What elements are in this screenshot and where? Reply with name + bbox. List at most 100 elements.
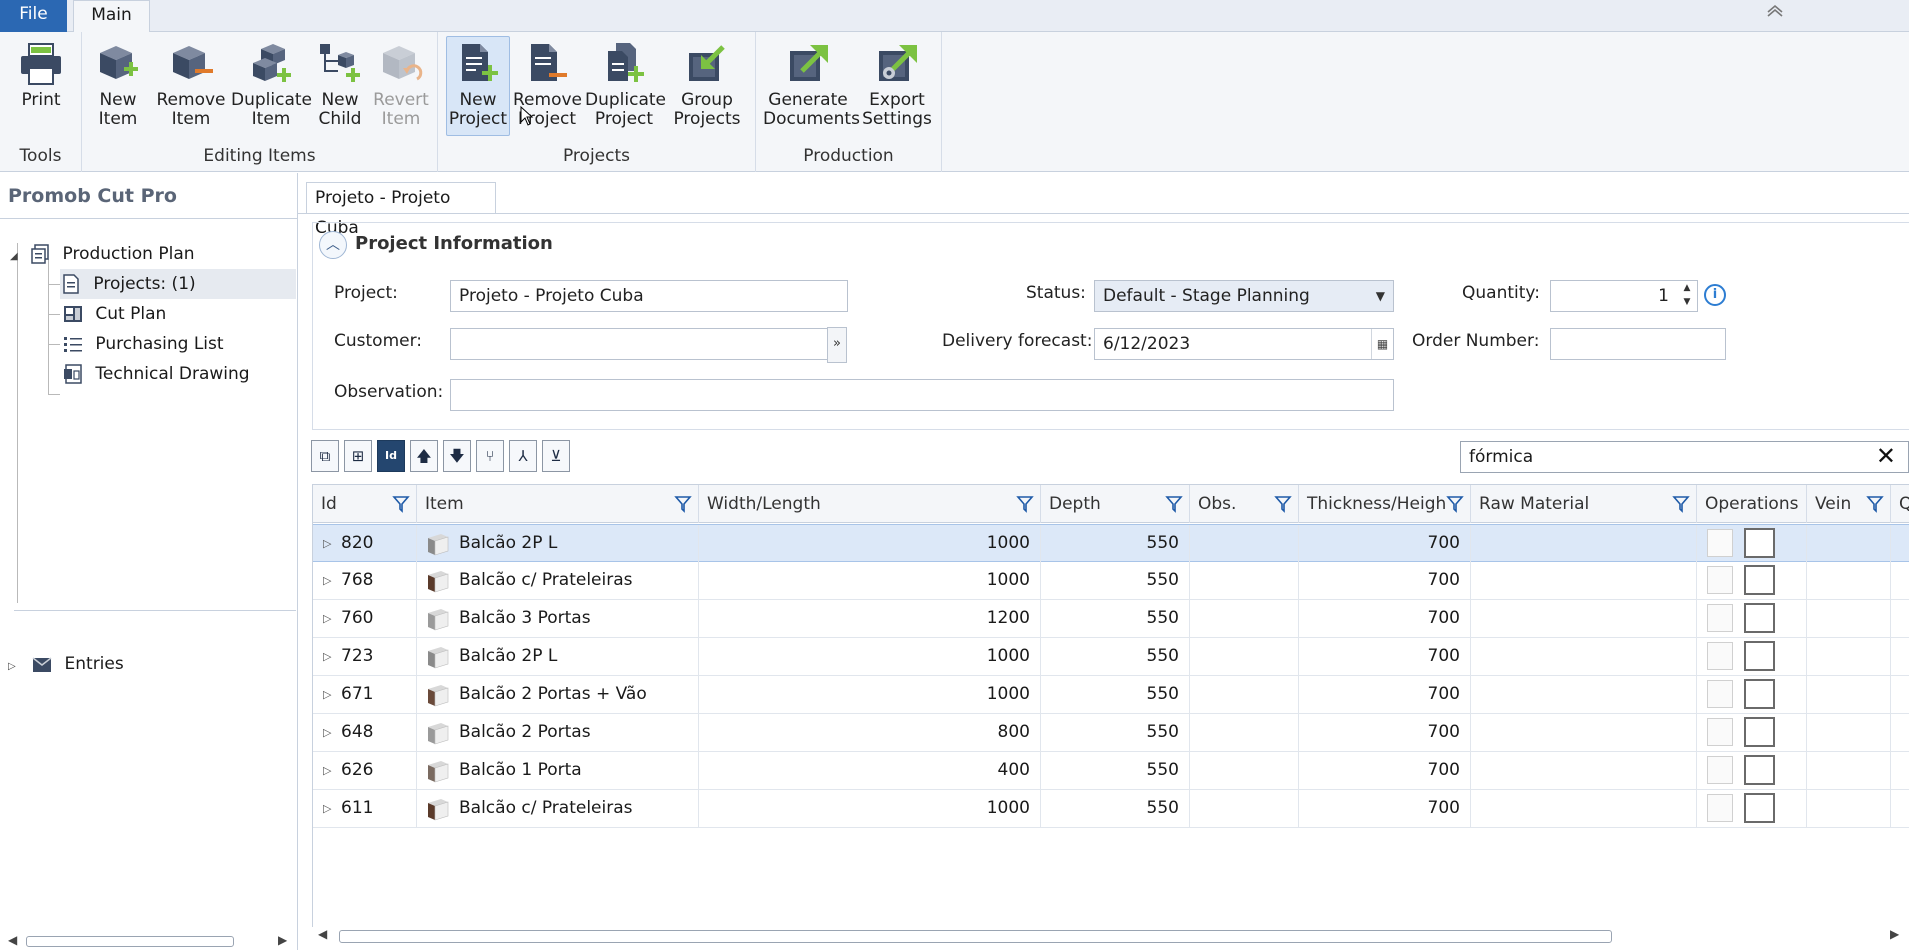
table-row[interactable]: ▷ 768 Balcão c/ Prateleiras 1000 550 700	[313, 562, 1909, 600]
merge-icon[interactable]: ⑂	[476, 440, 504, 472]
panel-horizontal-scrollbar[interactable]: ◀ ▶	[8, 933, 288, 949]
operation-frame-icon[interactable]	[1744, 717, 1775, 747]
column-header-id[interactable]: Id	[313, 485, 417, 523]
operation-preview-icon[interactable]	[1707, 680, 1733, 708]
tree-item-entries[interactable]: ▷ Entries	[8, 649, 124, 679]
filter-icon[interactable]	[674, 495, 692, 513]
group-projects-button[interactable]: Group Projects	[664, 36, 750, 136]
main-ribbon-tab[interactable]: Main	[73, 0, 150, 33]
operation-frame-icon[interactable]	[1744, 565, 1775, 595]
operation-frame-icon[interactable]	[1744, 679, 1775, 709]
operation-frame-icon[interactable]	[1744, 793, 1775, 823]
table-row[interactable]: ▷ 648 Balcão 2 Portas 800 550 700	[313, 714, 1909, 752]
column-header-vein[interactable]: Vein	[1807, 485, 1891, 523]
operation-preview-icon[interactable]	[1707, 718, 1733, 746]
column-header-thickness-height[interactable]: Thickness/Height	[1299, 485, 1471, 523]
expand-row-icon[interactable]: ▷	[323, 752, 331, 789]
spinner-arrows-icon[interactable]: ▲ ▼	[1677, 281, 1697, 311]
column-header-operations[interactable]: Operations	[1697, 485, 1807, 523]
scrollbar-thumb[interactable]	[26, 936, 234, 947]
move-down-icon[interactable]: 🡇	[443, 440, 471, 472]
scroll-left-icon[interactable]: ◀	[318, 927, 327, 941]
column-header-depth[interactable]: Depth	[1041, 485, 1190, 523]
column-header-width-length[interactable]: Width/Length	[699, 485, 1041, 523]
expand-row-icon[interactable]: ▷	[323, 790, 331, 827]
operation-frame-icon[interactable]	[1744, 755, 1775, 785]
close-icon[interactable]: ✕	[1876, 442, 1896, 470]
operation-preview-icon[interactable]	[1707, 794, 1733, 822]
expand-row-icon[interactable]: ▷	[323, 600, 331, 637]
column-header-raw-material[interactable]: Raw Material	[1471, 485, 1697, 523]
operation-frame-icon[interactable]	[1744, 528, 1775, 558]
split-icon[interactable]: ⅄	[509, 440, 537, 472]
clear-filters-icon[interactable]: ⊻	[542, 440, 570, 472]
operation-preview-icon[interactable]	[1707, 529, 1733, 557]
observation-input[interactable]	[450, 379, 1394, 411]
remove-item-button[interactable]: Remove Item	[152, 36, 230, 136]
grid-horizontal-scrollbar[interactable]: ◀ ▶	[312, 927, 1909, 945]
collapse-triangle-icon[interactable]: ◢	[10, 251, 18, 262]
revert-item-button[interactable]: Revert Item	[368, 36, 434, 136]
filter-icon[interactable]	[1274, 495, 1292, 513]
table-row[interactable]: ▷ 671 Balcão 2 Portas + Vão 1000 550 700	[313, 676, 1909, 714]
scroll-left-icon[interactable]: ◀	[8, 933, 17, 947]
project-name-input[interactable]: Projeto - Projeto Cuba	[450, 280, 848, 312]
tree-item-production-plan[interactable]: ◢ Production Plan	[10, 239, 195, 269]
operation-preview-icon[interactable]	[1707, 642, 1733, 670]
dropdown-arrow-icon[interactable]: ▼	[1376, 281, 1385, 311]
status-select[interactable]: Default - Stage Planning ▼	[1094, 280, 1394, 312]
table-row[interactable]: ▷ 611 Balcão c/ Prateleiras 1000 550 700	[313, 790, 1909, 828]
table-row[interactable]: ▷ 723 Balcão 2P L 1000 550 700	[313, 638, 1909, 676]
move-up-icon[interactable]: 🡅	[410, 440, 438, 472]
customer-input[interactable]	[450, 328, 828, 360]
filter-icon[interactable]	[1446, 495, 1464, 513]
expand-row-icon[interactable]: ▷	[323, 676, 331, 713]
expand-triangle-icon[interactable]: ▷	[8, 661, 16, 672]
tree-item-technical-drawing[interactable]: Technical Drawing	[62, 359, 250, 389]
column-header-quantity[interactable]: Quantity	[1891, 485, 1909, 523]
new-project-button[interactable]: New Project	[446, 36, 510, 136]
info-icon[interactable]: i	[1704, 284, 1726, 306]
filter-icon[interactable]	[1672, 495, 1690, 513]
scroll-right-icon[interactable]: ▶	[1890, 927, 1899, 941]
expand-all-icon[interactable]: ⊞	[344, 440, 372, 472]
tree-item-projects[interactable]: Projects: (1)	[60, 269, 296, 299]
print-button[interactable]: Print	[4, 36, 78, 136]
filter-icon[interactable]	[1016, 495, 1034, 513]
duplicate-project-button[interactable]: Duplicate Project	[584, 36, 666, 136]
filter-icon[interactable]	[1165, 495, 1183, 513]
filter-icon[interactable]	[1866, 495, 1884, 513]
expand-row-icon[interactable]: ▷	[323, 714, 331, 751]
order-number-input[interactable]	[1550, 328, 1726, 360]
operation-preview-icon[interactable]	[1707, 756, 1733, 784]
table-row[interactable]: ▷ 820 Balcão 2P L 1000 550 700	[313, 524, 1909, 562]
expand-row-icon[interactable]: ▷	[323, 562, 331, 599]
quantity-stepper[interactable]: 1 ▲ ▼	[1550, 280, 1698, 312]
scrollbar-thumb[interactable]	[339, 930, 1612, 943]
document-tab[interactable]: Projeto - Projeto Cuba	[306, 182, 496, 238]
table-row[interactable]: ▷ 626 Balcão 1 Porta 400 550 700	[313, 752, 1909, 790]
generate-documents-button[interactable]: Generate Documents	[762, 36, 860, 136]
delivery-forecast-input[interactable]: 6/12/2023 ▦	[1094, 328, 1394, 360]
new-child-button[interactable]: New Child	[312, 36, 368, 136]
tree-item-cut-plan[interactable]: Cut Plan	[62, 299, 166, 329]
new-item-button[interactable]: New Item	[84, 36, 152, 136]
column-header-obs[interactable]: Obs.	[1190, 485, 1299, 523]
operation-frame-icon[interactable]	[1744, 603, 1775, 633]
chevron-up-icon[interactable]	[1762, 2, 1788, 24]
customer-dropdown-icon[interactable]: »	[827, 327, 847, 363]
duplicate-item-button[interactable]: Duplicate Item	[230, 36, 312, 136]
id-column-toggle-icon[interactable]: Id	[377, 440, 405, 472]
file-menu-tab[interactable]: File	[0, 0, 67, 32]
scroll-right-icon[interactable]: ▶	[278, 933, 287, 947]
operation-preview-icon[interactable]	[1707, 566, 1733, 594]
export-settings-button[interactable]: Export Settings	[856, 36, 938, 136]
filter-icon[interactable]	[392, 495, 410, 513]
expand-row-icon[interactable]: ▷	[323, 638, 331, 675]
collapse-section-icon[interactable]: ︿	[319, 231, 347, 259]
collapse-all-icon[interactable]: ⧉	[311, 440, 339, 472]
column-header-item[interactable]: Item	[417, 485, 699, 523]
operation-frame-icon[interactable]	[1744, 641, 1775, 671]
operation-preview-icon[interactable]	[1707, 604, 1733, 632]
table-row[interactable]: ▷ 760 Balcão 3 Portas 1200 550 700	[313, 600, 1909, 638]
